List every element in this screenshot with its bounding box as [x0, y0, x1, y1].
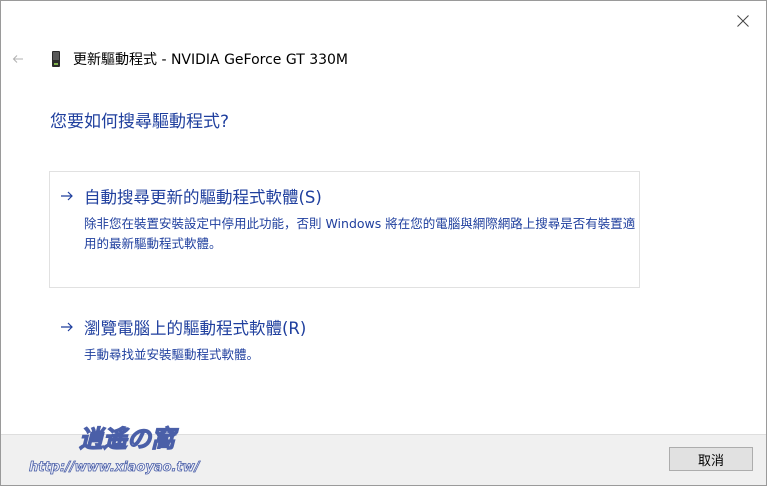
arrow-right-icon — [60, 321, 74, 333]
page-question: 您要如何搜尋驅動程式? — [50, 112, 230, 132]
browse-computer-option[interactable]: 瀏覽電腦上的驅動程式軟體(R) 手動尋找並安裝驅動程式軟體。 — [49, 302, 640, 382]
close-icon — [737, 15, 749, 27]
watermark-logo: 逍遙の窩 http://www.xiaoyao.tw/ — [29, 423, 202, 475]
arrow-right-icon — [60, 190, 74, 202]
dialog-header: 更新驅動程式 - NVIDIA GeForce GT 330M — [49, 47, 348, 71]
auto-search-option[interactable]: 自動搜尋更新的驅動程式軟體(S) 除非您在裝置安裝設定中停用此功能，否則 Win… — [49, 171, 640, 288]
back-arrow-icon — [12, 55, 23, 63]
update-driver-dialog: 更新驅動程式 - NVIDIA GeForce GT 330M 您要如何搜尋驅動… — [0, 0, 767, 486]
close-button[interactable] — [728, 7, 758, 35]
auto-search-description: 除非您在裝置安裝設定中停用此功能，否則 Windows 將在您的電腦與網際網路上… — [84, 216, 636, 251]
browse-computer-description: 手動尋找並安裝驅動程式軟體。 — [84, 347, 260, 362]
browse-computer-title: 瀏覽電腦上的驅動程式軟體(R) — [84, 319, 307, 338]
device-icon — [49, 49, 63, 69]
auto-search-title: 自動搜尋更新的驅動程式軟體(S) — [84, 188, 322, 207]
back-button[interactable] — [7, 49, 29, 69]
window-title: 更新驅動程式 - NVIDIA GeForce GT 330M — [73, 52, 349, 68]
cancel-button[interactable]: 取消 — [669, 447, 753, 471]
svg-text:http://www.xiaoyao.tw/: http://www.xiaoyao.tw/ — [29, 460, 201, 475]
svg-text:逍遙の窩: 逍遙の窩 — [79, 424, 179, 453]
